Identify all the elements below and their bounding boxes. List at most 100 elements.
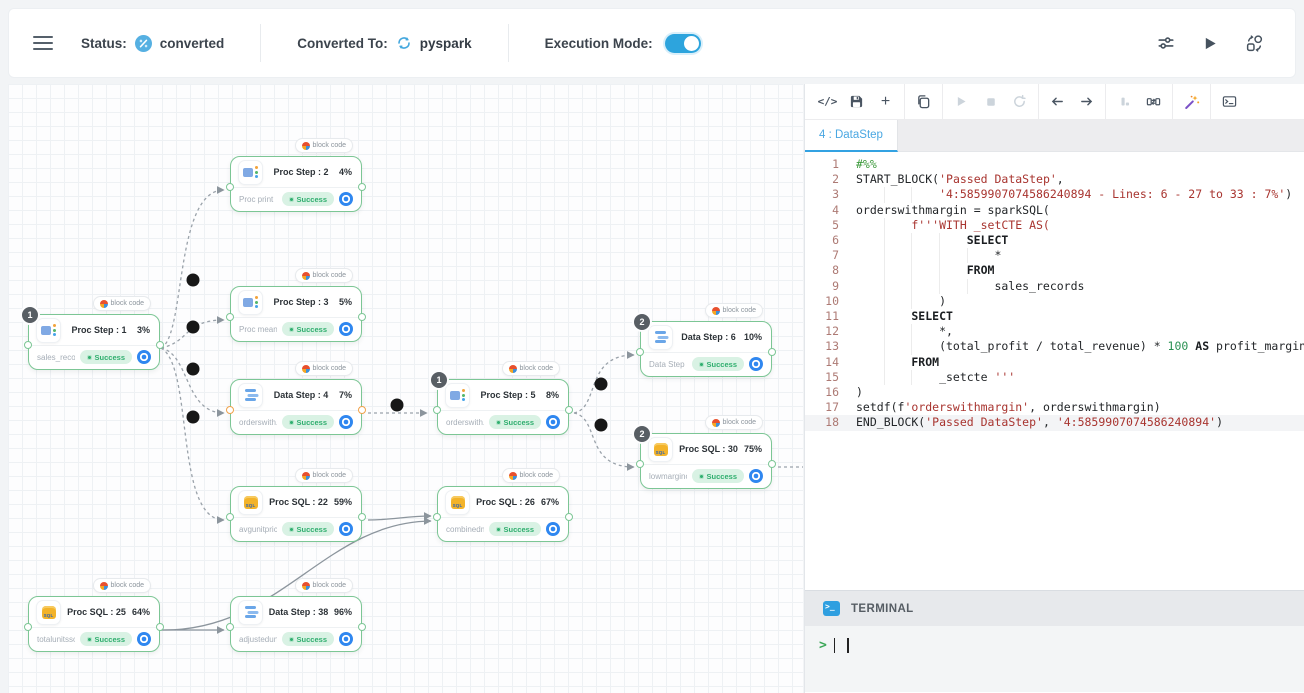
terminal-caret [847, 638, 849, 653]
node-footer: totalunitssol...Success [29, 628, 159, 650]
code-line-text: SELECT [839, 233, 1008, 248]
block-code-pill[interactable]: block code [295, 361, 353, 376]
input-port [226, 406, 234, 414]
node-action-button[interactable] [137, 350, 151, 364]
pipeline-graph-canvas[interactable]: 1block codeProc Step : 13%sales_recordsS… [8, 84, 803, 693]
block-code-pill[interactable]: block code [705, 415, 763, 430]
node-type-chip: SQL [648, 437, 673, 462]
node-action-button[interactable] [546, 522, 560, 536]
node-action-button[interactable] [749, 469, 763, 483]
run-icon[interactable] [1193, 28, 1227, 58]
block-code-pill[interactable]: block code [295, 268, 353, 283]
swap-icon[interactable] [1139, 88, 1168, 116]
output-port [358, 183, 366, 191]
graph-node-n25[interactable]: block codeSQLProc SQL : 2564%totalunitss… [28, 596, 160, 652]
block-code-pill[interactable]: block code [502, 361, 560, 376]
arrow-right-icon[interactable] [1072, 88, 1101, 116]
node-title: Proc Step : 1 [65, 325, 133, 335]
node-action-button[interactable] [339, 415, 353, 429]
graph-node-n1[interactable]: 1block codeProc Step : 13%sales_recordsS… [28, 314, 160, 370]
block-code-label: block code [313, 365, 346, 372]
block-code-pill[interactable]: block code [502, 468, 560, 483]
arrow-left-icon[interactable] [1043, 88, 1072, 116]
copy-icon[interactable] [909, 88, 938, 116]
node-action-button[interactable] [339, 522, 353, 536]
execution-mode-label: Execution Mode: [545, 36, 653, 51]
graph-node-n3[interactable]: block codeProc Step : 35%Proc meansSucce… [230, 286, 362, 342]
line-number: 5 [805, 218, 839, 233]
code-line-text: END_BLOCK('Passed DataStep', '4:58599070… [839, 415, 1223, 430]
block-code-icon [302, 142, 310, 150]
block-code-pill[interactable]: block code [295, 138, 353, 153]
save-icon[interactable] [842, 88, 871, 116]
node-percent: 59% [334, 497, 354, 507]
graph-node-n4[interactable]: block codeData Step : 47%orderswith...Su… [230, 379, 362, 435]
node-title: Proc Step : 5 [474, 390, 542, 400]
add-icon[interactable]: + [871, 88, 900, 116]
terminal-header[interactable]: TERMINAL [805, 590, 1304, 626]
terminal-icon[interactable] [1215, 88, 1244, 116]
output-port [565, 406, 573, 414]
node-header: SQLProc SQL : 3075% [641, 434, 771, 465]
line-number: 8 [805, 263, 839, 278]
node-action-button[interactable] [546, 415, 560, 429]
proc-step-icon [243, 296, 258, 308]
code-line: 9 sales_records [805, 279, 1304, 294]
output-port [156, 341, 164, 349]
success-dot-icon [699, 362, 704, 367]
code-line-text: '4:5859907074586240894 - Lines: 6 - 27 t… [839, 187, 1292, 202]
block-code-label: block code [111, 582, 144, 589]
line-number: 2 [805, 172, 839, 187]
node-action-button[interactable] [339, 632, 353, 646]
node-action-button[interactable] [339, 192, 353, 206]
graph-node-n30[interactable]: 2block codeSQLProc SQL : 3075%lowmargino… [640, 433, 772, 489]
code-editor[interactable]: 1#%%2START_BLOCK('Passed DataStep',3 '4:… [805, 152, 1304, 590]
graph-node-n22[interactable]: block codeSQLProc SQL : 2259%avgunitpric… [230, 486, 362, 542]
magic-wand-icon[interactable] [1177, 88, 1206, 116]
block-code-label: block code [313, 582, 346, 589]
code-line-text: SELECT [839, 309, 953, 324]
line-number: 6 [805, 233, 839, 248]
code-line: 6 SELECT [805, 233, 1304, 248]
convert-icon[interactable] [1237, 28, 1271, 58]
node-title: Proc Step : 3 [267, 297, 335, 307]
node-action-button[interactable] [749, 357, 763, 371]
graph-node-n6[interactable]: 2block codeData Step : 610%Data StepSucc… [640, 321, 772, 377]
code-icon[interactable]: </> [813, 88, 842, 116]
block-code-pill[interactable]: block code [295, 578, 353, 593]
settings-sliders-icon[interactable] [1149, 28, 1183, 58]
code-line-text: START_BLOCK('Passed DataStep', [839, 172, 1064, 187]
node-action-button[interactable] [137, 632, 151, 646]
block-code-pill[interactable]: block code [93, 578, 151, 593]
sql-icon: SQL [42, 606, 56, 619]
graph-node-n26[interactable]: block codeSQLProc SQL : 2667%combinedm..… [437, 486, 569, 542]
node-footer: sales_recordsSuccess [29, 346, 159, 368]
line-number: 13 [805, 339, 839, 354]
code-line: 18END_BLOCK('Passed DataStep', '4:585990… [805, 415, 1304, 430]
hamburger-menu-icon[interactable] [33, 36, 53, 50]
code-line-text: FROM [839, 355, 939, 370]
status-success-badge: Success [282, 415, 334, 429]
toolbar-group [1211, 84, 1248, 119]
node-action-button[interactable] [339, 322, 353, 336]
node-header: Data Step : 47% [231, 380, 361, 411]
sql-icon: SQL [244, 496, 258, 509]
block-code-pill[interactable]: block code [295, 468, 353, 483]
code-line-text: * [839, 248, 1001, 263]
success-dot-icon [289, 527, 294, 532]
graph-node-n2[interactable]: block codeProc Step : 24%Proc printSucce… [230, 156, 362, 212]
execution-mode-toggle[interactable] [665, 34, 701, 53]
block-code-pill[interactable]: block code [705, 303, 763, 318]
graph-node-n38[interactable]: block codeData Step : 3896%adjustedunit.… [230, 596, 362, 652]
status-success-badge: Success [282, 522, 334, 536]
terminal-cursor [834, 638, 836, 653]
block-code-icon [509, 365, 517, 373]
node-dataset-label: Data Step [649, 360, 687, 369]
terminal-body[interactable]: > [805, 626, 1304, 692]
graph-node-n5[interactable]: 1block codeProc Step : 58%orderswith...S… [437, 379, 569, 435]
node-percent: 4% [339, 167, 354, 177]
tab-datastep[interactable]: 4 : DataStep [805, 120, 898, 152]
code-line-text: setdf(f'orderswithmargin', orderswithmar… [839, 400, 1161, 415]
code-line-text: _setcte ''' [839, 370, 1015, 385]
block-code-pill[interactable]: block code [93, 296, 151, 311]
